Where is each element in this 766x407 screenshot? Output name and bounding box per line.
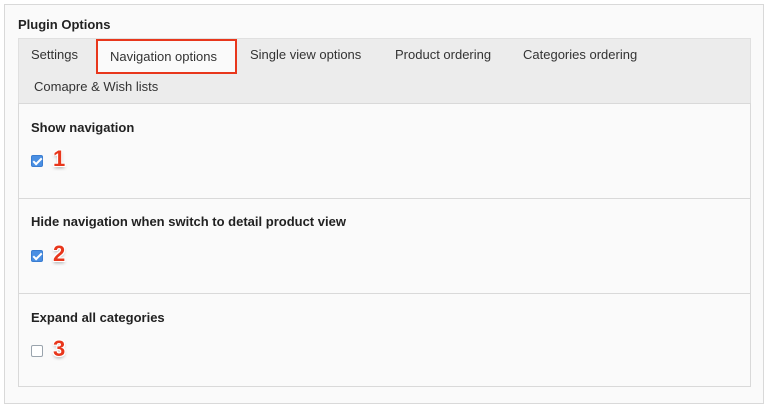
option-show-navigation: Show navigation 1 bbox=[19, 104, 750, 199]
option-label: Expand all categories bbox=[31, 310, 165, 325]
tab-navigation-options[interactable]: Navigation options bbox=[96, 39, 237, 74]
tab-categories-ordering[interactable]: Categories ordering bbox=[523, 41, 637, 69]
hide-navigation-checkbox[interactable] bbox=[31, 250, 43, 262]
show-navigation-checkbox[interactable] bbox=[31, 155, 43, 167]
option-label: Show navigation bbox=[31, 120, 135, 135]
tab-compare-wish-lists[interactable]: Comapre & Wish lists bbox=[34, 73, 158, 101]
annotation-number: 3 bbox=[53, 336, 66, 361]
page-title: Plugin Options bbox=[18, 17, 111, 32]
tab-single-view-options[interactable]: Single view options bbox=[250, 41, 361, 69]
tab-bar: Settings Navigation options Single view … bbox=[18, 38, 751, 104]
options-panel: Show navigation 1 Hide navigation when s… bbox=[18, 103, 751, 387]
option-expand-categories: Expand all categories 3 bbox=[19, 294, 750, 386]
tab-settings[interactable]: Settings bbox=[31, 41, 78, 69]
annotation-number: 2 bbox=[53, 241, 66, 266]
tab-product-ordering[interactable]: Product ordering bbox=[395, 41, 491, 69]
option-label: Hide navigation when switch to detail pr… bbox=[31, 214, 346, 229]
expand-categories-checkbox[interactable] bbox=[31, 345, 43, 357]
option-hide-navigation: Hide navigation when switch to detail pr… bbox=[19, 199, 750, 294]
annotation-number: 1 bbox=[53, 146, 66, 171]
